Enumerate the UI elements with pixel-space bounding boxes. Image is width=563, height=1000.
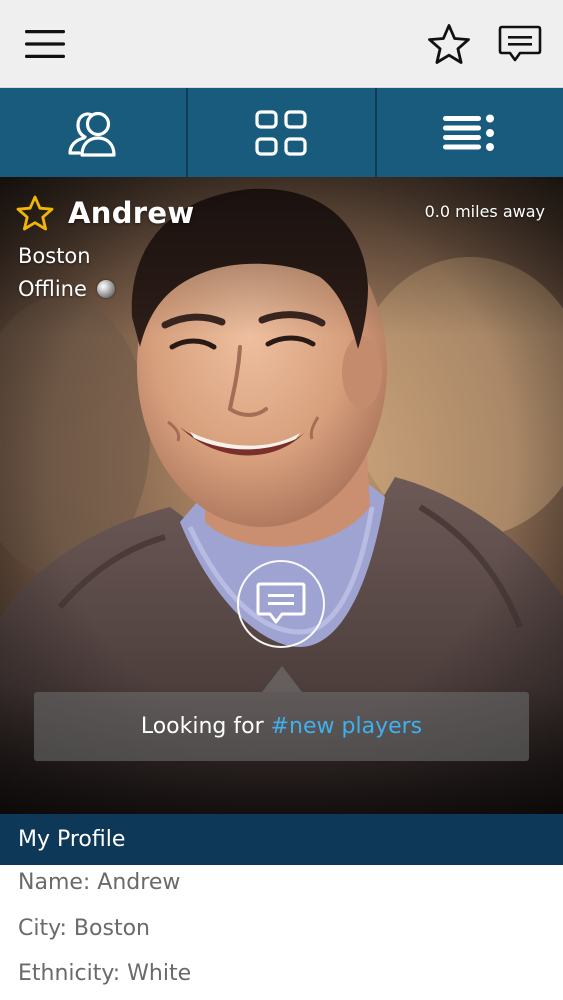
top-app-bar	[0, 0, 563, 88]
looking-for-text: Looking for	[140, 714, 264, 739]
chat-message-icon	[256, 582, 306, 624]
app-screen: Andrew 0.0 miles away Boston Offline Loo…	[0, 0, 563, 1000]
list-menu-icon	[442, 114, 494, 151]
status-text: Offline	[18, 277, 87, 301]
hamburger-menu-icon	[25, 30, 65, 58]
detail-ethnicity: Ethnicity: White	[18, 961, 192, 986]
messages-button[interactable]	[490, 0, 550, 88]
send-message-button[interactable]	[237, 560, 325, 648]
distance-label: 0.0 miles away	[424, 202, 545, 221]
looking-for-hashtag[interactable]: #new players	[271, 714, 423, 739]
tab-list[interactable]	[374, 88, 563, 177]
chat-message-icon	[498, 25, 542, 62]
looking-for-bubble: Looking for #new players	[34, 692, 529, 761]
profile-name-row: Andrew	[16, 195, 194, 231]
users-icon	[68, 111, 116, 157]
tab-people[interactable]	[0, 88, 186, 177]
favorites-button[interactable]	[420, 0, 478, 88]
my-profile-header: My Profile	[0, 814, 563, 865]
profile-name: Andrew	[68, 196, 195, 230]
city-label: Boston	[18, 244, 91, 268]
nav-tabs	[0, 88, 563, 177]
detail-name: Name: Andrew	[18, 870, 181, 895]
profile-hero-card[interactable]: Andrew 0.0 miles away Boston Offline Loo…	[0, 177, 563, 814]
online-status: Offline	[18, 277, 115, 301]
grid-icon	[255, 109, 308, 156]
star-outline-icon	[428, 24, 470, 64]
detail-city: City: Boston	[18, 916, 150, 941]
profile-details: Name: Andrew City: Boston Ethnicity: Whi…	[0, 865, 563, 1000]
tab-grid[interactable]	[186, 88, 374, 177]
menu-button[interactable]	[14, 0, 76, 88]
status-indicator-icon	[96, 280, 115, 298]
favorite-star-icon[interactable]	[16, 195, 54, 231]
bubble-pointer	[262, 666, 302, 692]
